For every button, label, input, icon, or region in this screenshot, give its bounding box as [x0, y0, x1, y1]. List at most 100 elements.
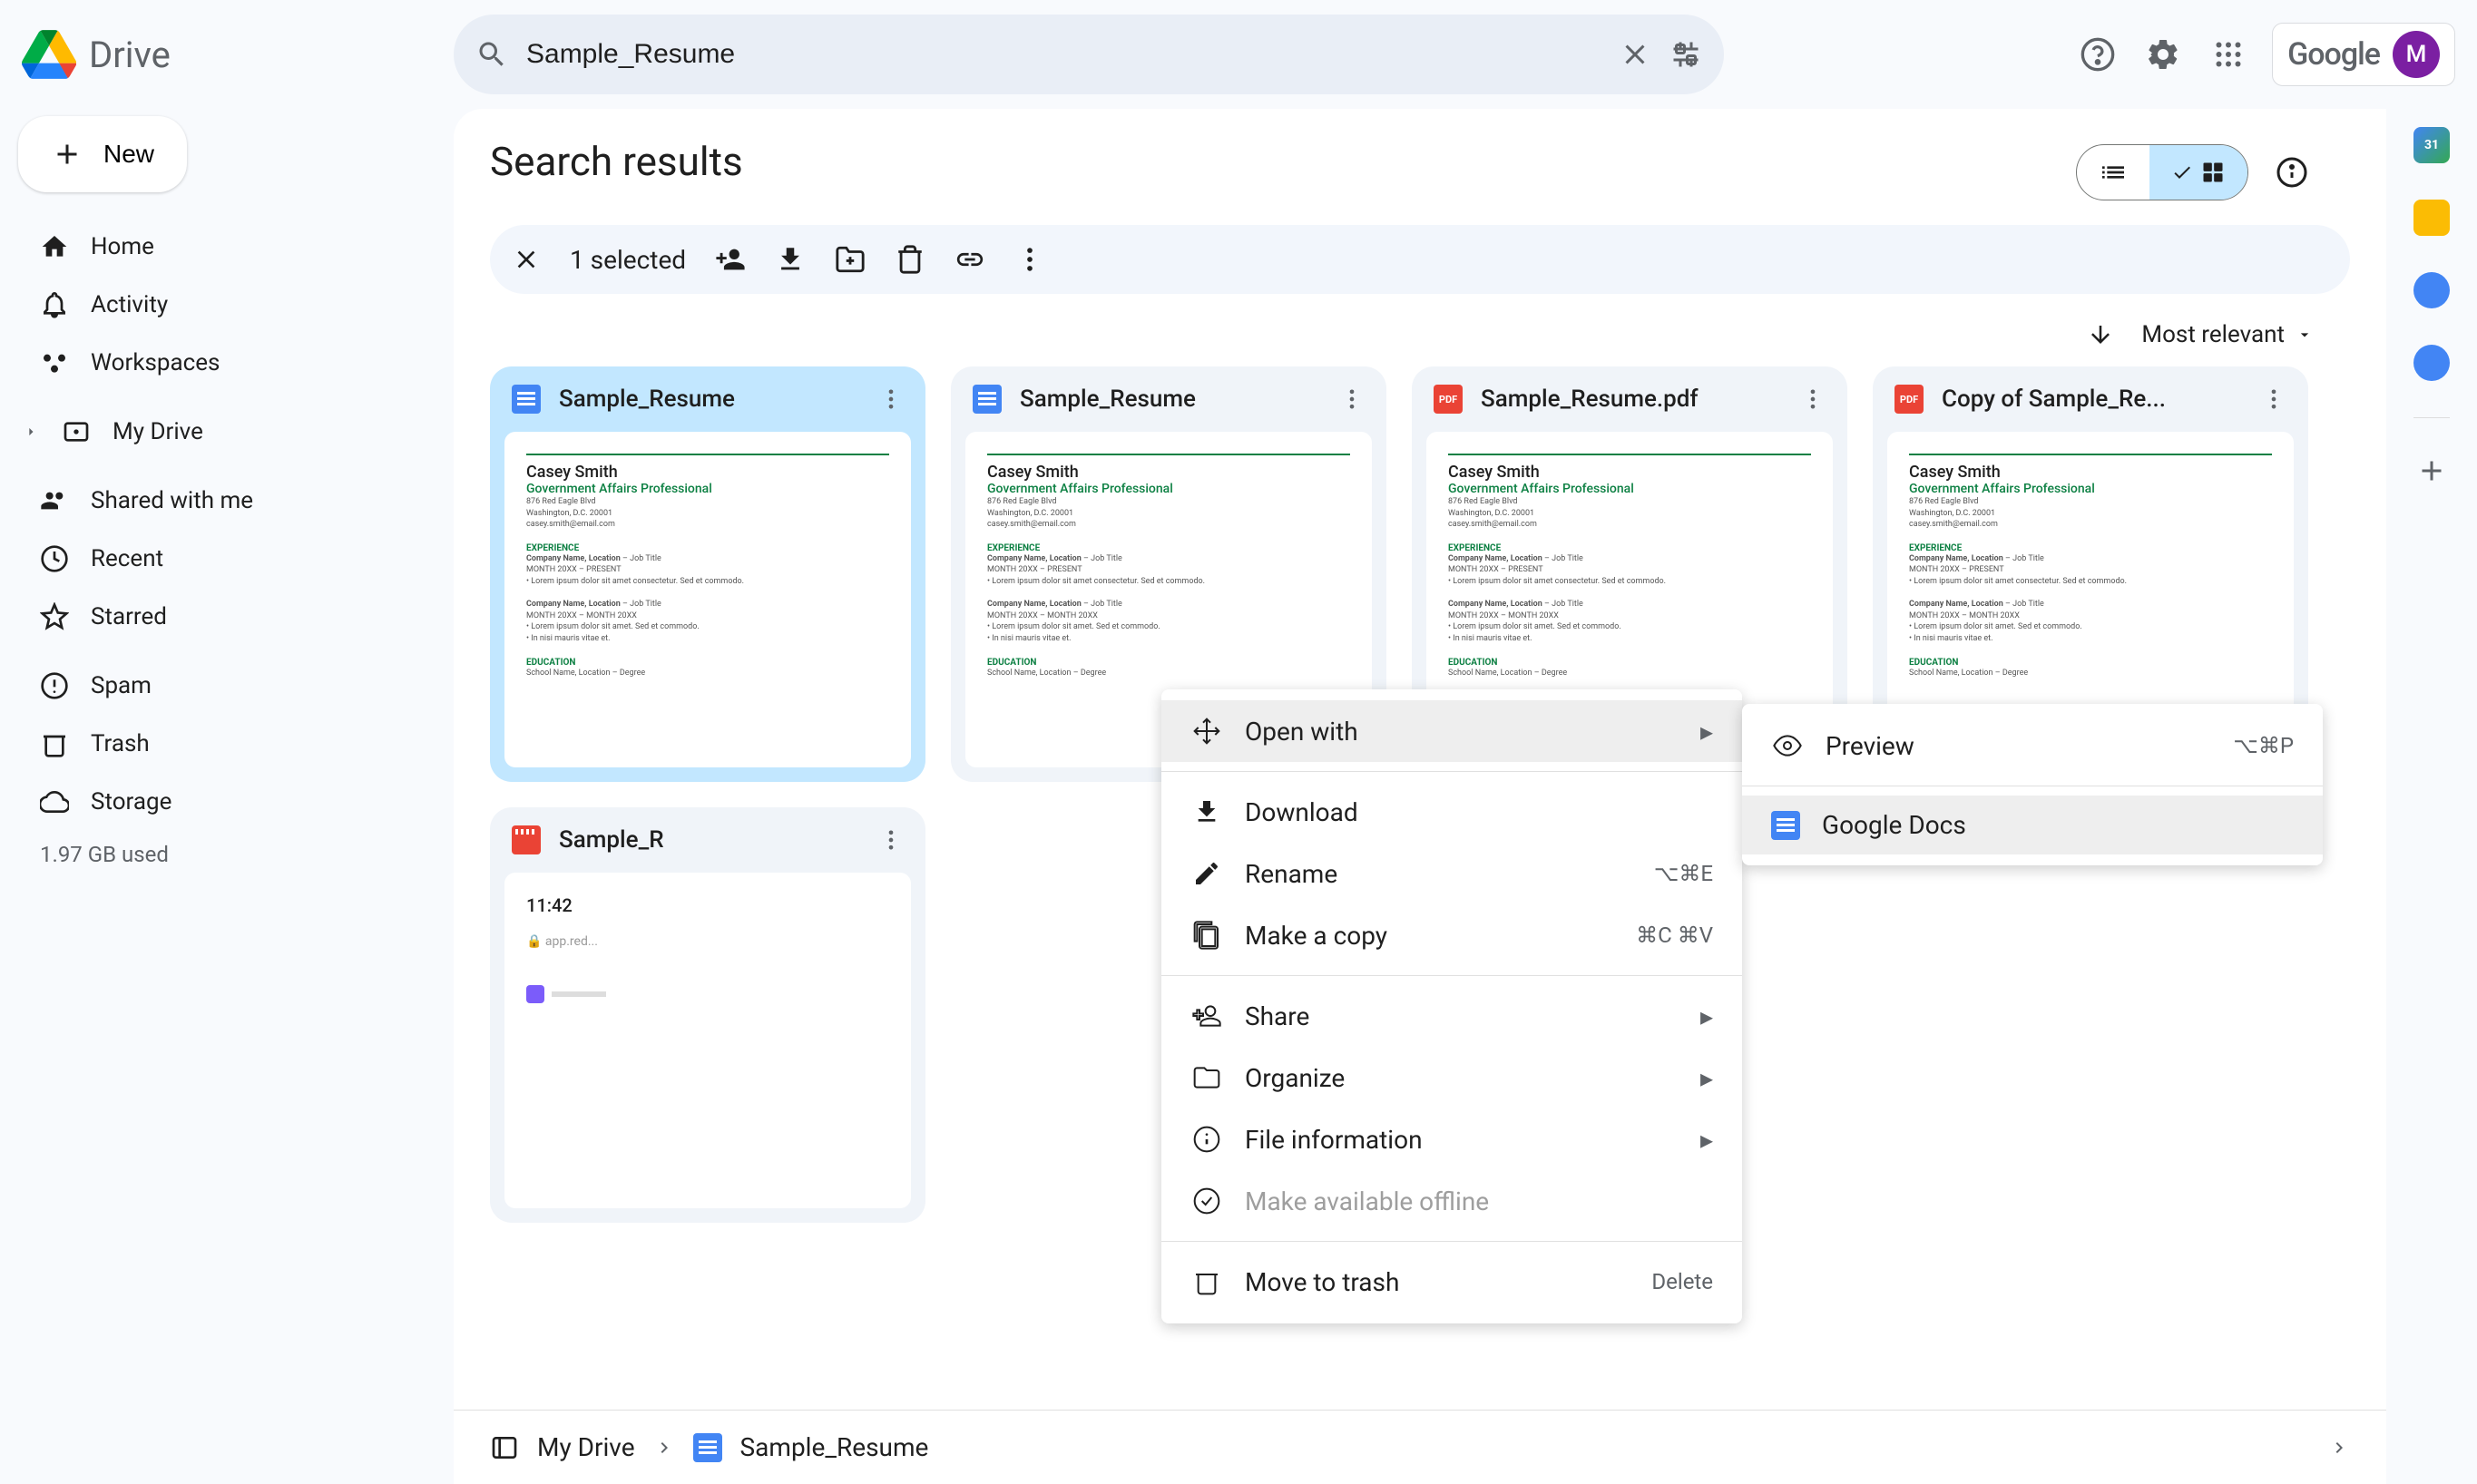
info-icon — [1190, 1123, 1223, 1156]
share-action-icon[interactable] — [715, 244, 746, 275]
clear-search-icon[interactable] — [1619, 38, 1651, 71]
new-button-label: New — [103, 140, 154, 169]
calendar-app-icon[interactable]: 31 — [2413, 127, 2450, 163]
breadcrumb-current: Sample_Resume — [740, 1432, 929, 1462]
breadcrumb: My Drive Sample_Resume — [454, 1410, 2386, 1484]
main-content: Search results 1 selected Most relevan — [454, 109, 2386, 1484]
menu-make-a-copy[interactable]: Make a copy⌘C ⌘V — [1161, 904, 1742, 966]
file-card[interactable]: Sample_ResumeCasey SmithGovernment Affai… — [490, 366, 925, 782]
sidebar-item-storage[interactable]: Storage — [18, 773, 436, 831]
drive-logo-icon — [22, 27, 76, 82]
chevron-right-icon — [653, 1437, 675, 1459]
file-name: Sample_Resume — [559, 386, 860, 413]
menu-item-label: Make available offline — [1245, 1186, 1489, 1216]
menu-move-to-trash[interactable]: Move to trashDelete — [1161, 1251, 1742, 1313]
info-panel-icon[interactable] — [2270, 151, 2314, 194]
shortcut: ⌘C ⌘V — [1636, 923, 1713, 948]
offline-icon — [1190, 1185, 1223, 1217]
sidebar-item-label: Starred — [91, 603, 167, 630]
docs-icon — [973, 385, 1002, 414]
caret-icon — [22, 423, 40, 441]
menu-preview[interactable]: Preview⌥⌘P — [1742, 715, 2323, 776]
docs-icon — [1771, 811, 1800, 840]
list-view-button[interactable] — [2077, 145, 2149, 200]
file-more-icon[interactable] — [1800, 386, 1826, 412]
breadcrumb-root[interactable]: My Drive — [537, 1432, 635, 1462]
sidebar-item-label: Recent — [91, 545, 163, 572]
menu-item-label: Preview — [1826, 731, 1914, 761]
search-input[interactable] — [526, 39, 1601, 70]
page-title: Search results — [490, 138, 743, 185]
sidebar-item-spam[interactable]: Spam — [18, 657, 436, 715]
delete-action-icon[interactable] — [895, 244, 925, 275]
clock-icon — [40, 544, 69, 573]
sidebar-item-home[interactable]: Home — [18, 218, 436, 276]
move-action-icon[interactable] — [835, 244, 866, 275]
file-name: Sample_Resume.pdf — [1481, 386, 1782, 413]
keep-app-icon[interactable] — [2413, 200, 2450, 236]
sidebar: New Home ActivityWorkspaces My Drive Shared… — [0, 109, 454, 1484]
more-action-icon[interactable] — [1014, 244, 1045, 275]
sidebar-item-shared-with-me[interactable]: Shared with me — [18, 472, 436, 530]
sidebar-item-label: Spam — [91, 672, 152, 699]
search-options-icon[interactable] — [1669, 38, 1702, 71]
new-button[interactable]: New — [18, 116, 187, 192]
menu-google-docs[interactable]: Google Docs — [1742, 796, 2323, 854]
sidebar-item-label: Home — [91, 233, 154, 260]
menu-rename[interactable]: Rename ⌥⌘E — [1161, 843, 1742, 904]
file-more-icon[interactable] — [2261, 386, 2286, 412]
selection-count: 1 selected — [570, 245, 686, 275]
file-name: Copy of Sample_Re... — [1942, 386, 2243, 413]
menu-organize[interactable]: Organize▸ — [1161, 1047, 1742, 1108]
link-action-icon[interactable] — [955, 244, 985, 275]
shortcut: ⌥⌘E — [1654, 861, 1713, 886]
sidebar-item-label: Storage — [91, 788, 171, 815]
shortcut: Delete — [1651, 1269, 1713, 1294]
menu-item-label: Open with — [1245, 717, 1358, 747]
menu-file-information[interactable]: File information▸ — [1161, 1108, 1742, 1170]
help-icon[interactable] — [2076, 33, 2120, 76]
close-selection-icon[interactable] — [512, 245, 541, 274]
sidebar-item-trash[interactable]: Trash — [18, 715, 436, 773]
tasks-app-icon[interactable] — [2413, 272, 2450, 308]
file-more-icon[interactable] — [878, 386, 904, 412]
sidebar-item-workspaces[interactable]: Workspaces — [18, 334, 436, 392]
sort-button[interactable]: Most relevant — [2141, 321, 2314, 348]
sidebar-item-my-drive[interactable]: My Drive — [18, 403, 436, 461]
pdf-icon: PDF — [1894, 385, 1924, 414]
sidebar-item-recent[interactable]: Recent — [18, 530, 436, 588]
search-icon[interactable] — [475, 38, 508, 71]
logo-area[interactable]: Drive — [22, 27, 439, 82]
file-name: Sample_R — [559, 826, 860, 854]
grid-view-button[interactable] — [2149, 145, 2247, 200]
workspaces-icon — [40, 348, 69, 377]
chevron-right-icon[interactable] — [2328, 1437, 2350, 1459]
menu-open-with[interactable]: Open with▸ — [1161, 700, 1742, 762]
right-rail: 31 — [2386, 109, 2477, 1484]
storage-used: 1.97 GB used — [18, 835, 436, 874]
view-toggle — [2076, 144, 2248, 200]
settings-icon[interactable] — [2141, 33, 2185, 76]
bell-icon — [40, 290, 69, 319]
menu-download[interactable]: Download — [1161, 781, 1742, 843]
file-more-icon[interactable] — [878, 827, 904, 853]
apps-icon[interactable] — [2207, 33, 2250, 76]
trash-icon — [1190, 1265, 1223, 1298]
google-account-badge[interactable]: Google M — [2272, 23, 2455, 86]
sort-direction-icon[interactable] — [2087, 321, 2114, 348]
menu-item-label: Organize — [1245, 1063, 1345, 1093]
search-bar — [454, 15, 1724, 94]
drive-icon — [62, 417, 91, 446]
file-card[interactable]: Sample_R11:42🔒 app.red... — [490, 807, 925, 1223]
download-action-icon[interactable] — [775, 244, 806, 275]
sidebar-item-activity[interactable]: Activity — [18, 276, 436, 334]
chevron-down-icon — [2296, 326, 2314, 344]
add-app-icon[interactable] — [2415, 454, 2448, 487]
sidebar-item-starred[interactable]: Starred — [18, 588, 436, 646]
menu-share[interactable]: Share▸ — [1161, 985, 1742, 1047]
file-more-icon[interactable] — [1339, 386, 1365, 412]
share-icon — [1190, 1000, 1223, 1032]
contacts-app-icon[interactable] — [2413, 345, 2450, 381]
cloud-icon — [40, 787, 69, 816]
menu-item-label: Rename — [1245, 859, 1337, 889]
